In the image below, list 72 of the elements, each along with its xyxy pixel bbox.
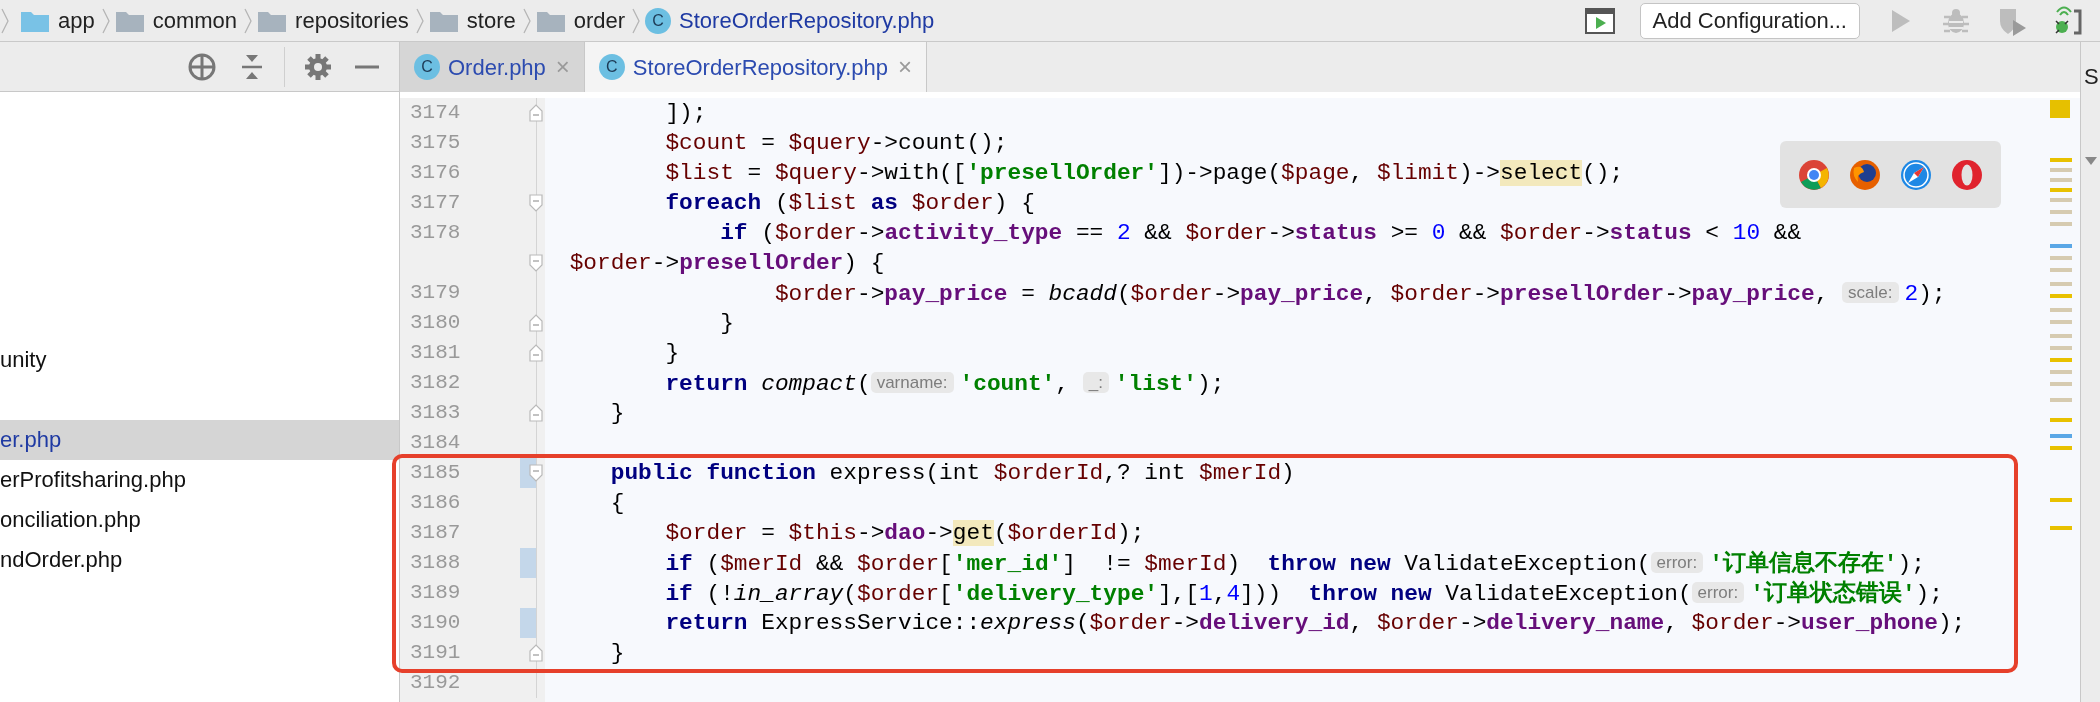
panel-label[interactable]: S	[2081, 42, 2100, 93]
line-number: 3188	[409, 550, 462, 577]
fold-icon[interactable]	[528, 313, 544, 333]
class-icon: C	[645, 7, 672, 34]
code-line: if (!in_array($order['delivery_type'],[1,4])) throw new ValidateException( $^{error:}$ '订单状态错误');	[665, 581, 1943, 607]
add-configuration-button[interactable]: Add Configuration...	[1639, 2, 1860, 39]
tab-label: Order.php	[448, 53, 546, 82]
code-line: $order->presellOrder) {	[569, 250, 885, 276]
tree-item[interactable]: ndOrder.php	[0, 540, 399, 580]
code-line: foreach ($list as $order) {	[665, 190, 1035, 216]
code-line: $order = $this->dao->get($orderId);	[665, 520, 1145, 546]
line-number: 3177	[409, 190, 462, 217]
code-line: public function express(int $orderId,? int $merId)	[610, 460, 1295, 486]
code-line: return compact( $^{varname:}$ 'count', $^{_:}$ 'list');	[665, 371, 1225, 397]
breadcrumb-item[interactable]: repositories	[295, 4, 409, 37]
editor-tab[interactable]: C Order.php ×	[400, 42, 585, 92]
browser-icon[interactable]	[1796, 157, 1831, 192]
line-number: 3178	[409, 220, 462, 247]
line-number: 3190	[409, 610, 462, 637]
code-line: $order->pay_price = bcadd($order->pay_price, $order->presellOrder->pay_price, $^{scale:}$ 2);	[774, 281, 1946, 307]
code-line: {	[610, 490, 625, 516]
line-number: 3186	[409, 490, 462, 517]
fold-icon[interactable]	[528, 253, 544, 273]
class-icon: C	[598, 54, 625, 80]
caret-icon[interactable]	[2084, 155, 2098, 167]
line-number: 3179	[409, 280, 462, 307]
editor-tab[interactable]: C StoreOrderRepository.php ×	[584, 42, 928, 92]
class-icon: C	[414, 54, 440, 80]
code-line: $count = $query->count();	[665, 130, 1008, 156]
code-line: }	[610, 640, 625, 666]
line-number: 3174	[409, 100, 462, 127]
browser-icon[interactable]	[1847, 157, 1882, 192]
fold-icon[interactable]	[528, 643, 544, 663]
tab-label: StoreOrderRepository.php	[632, 53, 889, 82]
tree-item[interactable]: onciliation.php	[0, 500, 399, 540]
code-line: $list = $query->with(['presellOrder'])->page($page, $limit)->select();	[665, 160, 1624, 186]
code-line: }	[720, 310, 734, 336]
breadcrumb-item[interactable]: common	[152, 4, 238, 37]
browser-icon[interactable]	[1899, 157, 1934, 192]
line-number: 3192	[409, 670, 462, 697]
line-number: 3181	[409, 340, 462, 367]
line-number: 3187	[409, 520, 462, 547]
tree-item[interactable]: er.php	[0, 420, 399, 460]
code-line: ]);	[665, 100, 707, 126]
breadcrumb-item[interactable]: StoreOrderRepository.php	[679, 4, 935, 37]
settings-icon[interactable]	[303, 51, 333, 82]
line-number: 3183	[409, 400, 462, 427]
line-number: 3184	[409, 430, 462, 457]
code-line: if ($order->activity_type == 2 && $order->status >= 0 && $order->status < 10 &&	[720, 220, 1802, 246]
bug-signal-icon[interactable]	[2052, 4, 2084, 37]
line-number: 3176	[409, 160, 462, 187]
tree-item[interactable]: erProfitsharing.php	[0, 460, 399, 500]
fold-icon[interactable]	[528, 343, 544, 363]
fold-icon[interactable]	[528, 193, 544, 213]
line-number: 3182	[409, 370, 462, 397]
breadcrumb-item[interactable]: order	[573, 4, 626, 37]
fold-icon[interactable]	[528, 403, 544, 423]
code-line: }	[665, 340, 680, 366]
breadcrumb-item[interactable]: store	[466, 4, 516, 37]
breadcrumb-item[interactable]: app	[58, 4, 95, 37]
fold-icon[interactable]	[528, 463, 544, 483]
line-number: 3180	[409, 310, 462, 337]
code-line: }	[610, 400, 625, 426]
line-number: 3189	[409, 580, 462, 607]
line-number: 3191	[409, 640, 462, 667]
line-number: 3185	[409, 460, 462, 487]
tree-item[interactable]: unity	[0, 340, 399, 380]
fold-icon[interactable]	[528, 103, 544, 123]
code-line: if ($merId && $order['mer_id'] != $merId) throw new ValidateException( $^{error:}$ '订单信息不存在');	[665, 551, 1925, 577]
code-line: return ExpressService::express($order->delivery_id, $order->delivery_name, $order->user_phone);	[665, 610, 1966, 636]
line-number: 3175	[409, 130, 462, 157]
browser-icon[interactable]	[1950, 157, 1985, 192]
